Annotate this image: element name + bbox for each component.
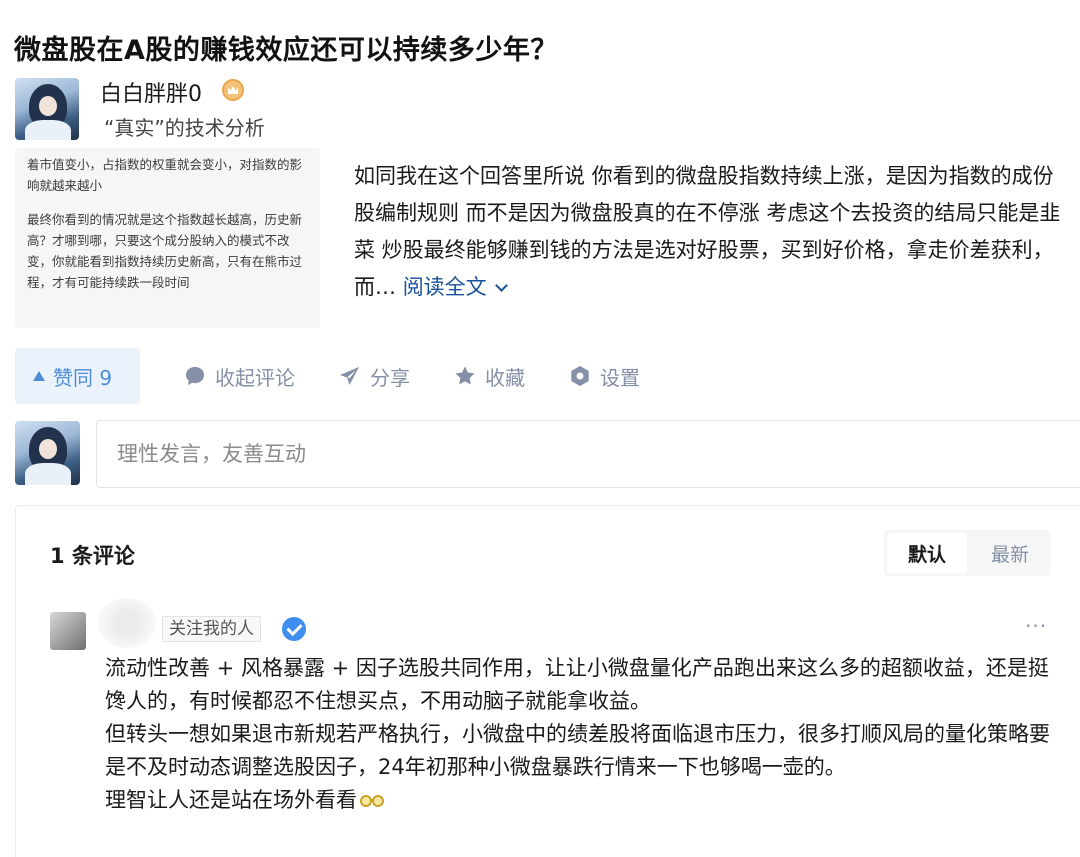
collapse-comments-button[interactable]: 收起评论	[183, 362, 295, 391]
star-icon	[455, 366, 475, 385]
read-more-link[interactable]: 阅读全文	[402, 275, 508, 299]
thumbnail-text-2: 最终你看到的情况就是这个指数越长越高，历史新高？才哪到哪，只要这个成分股纳入的模…	[27, 212, 303, 290]
comment-input[interactable]	[96, 420, 1080, 488]
comment-line-text: 理智让人还是站在场外看看	[105, 788, 357, 812]
upvote-label: 赞同 9	[53, 365, 113, 390]
sort-toggle: 默认 最新	[884, 530, 1050, 576]
commenter-tag: 关注我的人	[162, 616, 261, 642]
collapse-comments-label: 收起评论	[215, 365, 295, 390]
more-icon[interactable]: ···	[1025, 614, 1047, 638]
question-title[interactable]: 微盘股在A股的赚钱效应还可以持续多少年？	[14, 28, 558, 67]
settings-icon	[571, 366, 589, 386]
commenter-avatar[interactable]	[50, 612, 86, 650]
favorite-label: 收藏	[485, 365, 525, 390]
glasses-emoji-icon	[360, 795, 384, 807]
comment-body: 流动性改善 + 风格暴露 + 因子选股共同作用，让让小微盘量化产品跑出来这么多的…	[105, 652, 1065, 817]
sort-latest-button[interactable]: 最新	[970, 530, 1050, 576]
author-name[interactable]: 白白胖胖0	[100, 76, 202, 108]
action-bar: 赞同 9 收起评论 分享 收藏 设置	[15, 348, 640, 404]
comment-line: 流动性改善 + 风格暴露 + 因子选股共同作用，让让小微盘量化产品跑出来这么多的…	[105, 656, 1049, 713]
author-bio: “真实”的技术分析	[104, 116, 265, 140]
comment-line: 但转头一想如果退市新规若严格执行，小微盘中的绩差股将面临退市压力，很多打顺风局的…	[105, 722, 1050, 779]
share-icon	[340, 367, 359, 385]
comments-count: 1 条评论	[50, 544, 135, 568]
upvote-button[interactable]: 赞同 9	[15, 348, 140, 404]
upvote-icon	[33, 371, 45, 381]
verified-icon	[282, 617, 306, 641]
read-more-label: 阅读全文	[402, 275, 487, 299]
comment-line: 理智让人还是站在场外看看	[105, 784, 1065, 817]
settings-label: 设置	[600, 365, 640, 390]
answer-thumbnail[interactable]: 着市值变小，占指数的权重就会变小，对指数的影响就越来越小 最终你看到的情况就是这…	[15, 148, 320, 328]
thumbnail-text-1: 着市值变小，占指数的权重就会变小，对指数的影响就越来越小	[27, 157, 303, 193]
comments-panel: 1 条评论 默认 最新 关注我的人 ··· 流动性改善 + 风格暴露 + 因子选…	[15, 505, 1080, 857]
commenter-name-blurred	[98, 598, 156, 648]
answer-excerpt[interactable]: 如同我在这个回答里所说 你看到的微盘股指数持续上涨，是因为指数的成份股编制规则 …	[354, 158, 1074, 306]
settings-button[interactable]: 设置	[568, 362, 640, 391]
favorite-button[interactable]: 收藏	[453, 362, 525, 391]
current-user-avatar	[15, 421, 80, 485]
sort-default-button[interactable]: 默认	[887, 533, 967, 573]
chevron-down-icon	[494, 279, 508, 292]
share-label: 分享	[370, 365, 410, 390]
share-button[interactable]: 分享	[338, 362, 410, 391]
comment-icon	[186, 367, 204, 385]
author-avatar[interactable]	[15, 78, 79, 140]
crown-badge-icon	[222, 79, 244, 101]
